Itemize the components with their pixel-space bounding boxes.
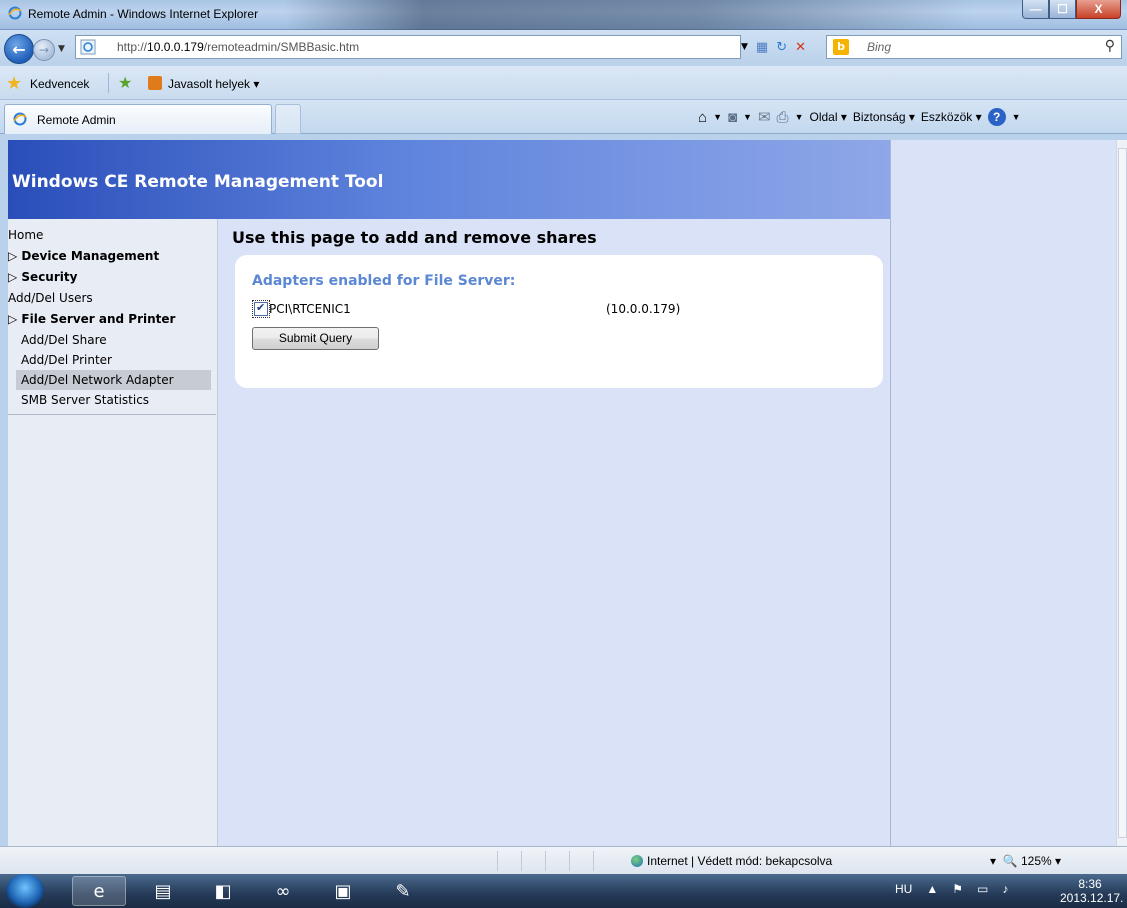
maximize-button[interactable]: ☐ <box>1049 0 1076 19</box>
navigation-bar: ← → ▼ http://10.0.0.179/remoteadmin/SMBB… <box>0 30 1127 66</box>
home-icon[interactable]: ⌂ <box>698 109 707 126</box>
status-cells <box>497 851 617 871</box>
right-panel <box>890 140 1116 846</box>
nav-item[interactable]: Add/Del Printer <box>8 350 218 370</box>
page-heading: Use this page to add and remove shares <box>232 228 597 247</box>
page-viewport: Windows CE Remote Management Tool Home ▷ … <box>8 140 1116 846</box>
new-tab-button[interactable] <box>275 104 301 134</box>
mail-icon[interactable]: ✉ <box>758 108 771 126</box>
close-button[interactable]: X <box>1076 0 1121 19</box>
address-url[interactable]: http://10.0.0.179/remoteadmin/SMBBasic.h… <box>117 40 359 54</box>
left-navigation: Home ▷ Device Management ▷ Security Add/Del… <box>8 219 218 846</box>
taskbar-explorer-icon[interactable]: ▤ <box>136 876 190 906</box>
zoom-level[interactable]: ▾ 🔍 125% ▾ <box>990 854 1061 868</box>
ie-icon <box>13 112 27 126</box>
forward-button[interactable]: → <box>33 39 55 61</box>
system-tray: HU ▲ ⚑ ▭ ♪ <box>895 882 1008 896</box>
taskbar-clock[interactable]: 8:36 2013.12.17. <box>1060 877 1124 905</box>
nav-item[interactable]: ▷ File Server and Printer <box>8 309 218 330</box>
submit-query-button[interactable]: Submit Query <box>252 327 379 350</box>
adapter-ip: (10.0.0.179) <box>606 302 681 316</box>
favorites-separator <box>108 73 109 93</box>
adapters-card: Adapters enabled for File Server: PCI\RT… <box>235 255 883 388</box>
section-title: Adapters enabled for File Server: <box>252 273 516 289</box>
taskbar-save-icon[interactable]: ▣ <box>316 876 370 906</box>
window-title: Remote Admin - Windows Internet Explorer <box>28 7 259 21</box>
tab-label: Remote Admin <box>37 113 116 127</box>
favorites-bar: ★ Kedvencek ★ Javasolt helyek ▾ <box>0 66 1127 100</box>
taskbar-app-icon[interactable]: ◧ <box>196 876 250 906</box>
nav-item[interactable]: Add/Del Network Adapter <box>16 370 211 390</box>
feeds-dropdown-icon[interactable]: ▼ <box>743 112 752 122</box>
print-icon[interactable]: ⎙ <box>777 109 789 126</box>
clock-date: 2013.12.17. <box>1060 891 1124 905</box>
nav-divider <box>8 414 216 415</box>
tab-row: Remote Admin ⌂ ▼ ◙ ▼ ✉ ⎙ ▼ Oldal ▾ Bizto… <box>0 100 1127 134</box>
nav-item[interactable]: ▷ Security <box>8 267 218 288</box>
tools-menu[interactable]: Eszközök ▾ <box>921 110 982 124</box>
nav-item[interactable]: Add/Del Share <box>8 330 218 350</box>
security-menu[interactable]: Biztonság ▾ <box>853 110 915 124</box>
taskbar: e ▤ ◧ ∞ ▣ ✎ HU ▲ ⚑ ▭ ♪ 8:36 2013.12.17. <box>0 874 1127 908</box>
feeds-icon[interactable]: ◙ <box>728 109 737 126</box>
search-placeholder: Bing <box>867 40 892 54</box>
taskbar-media-icon[interactable]: ∞ <box>256 876 310 906</box>
security-zone[interactable]: Internet | Védett mód: bekapcsolva <box>631 854 832 868</box>
adapter-checkbox[interactable] <box>252 300 270 318</box>
globe-icon <box>631 855 643 867</box>
page-icon <box>80 39 96 55</box>
favorites-star-icon[interactable]: ★ <box>6 73 22 94</box>
nav-list: Home ▷ Device Management ▷ Security Add/Del… <box>8 225 218 415</box>
scrollbar-thumb[interactable] <box>1118 148 1127 838</box>
favorites-button[interactable]: Kedvencek <box>30 77 89 91</box>
volume-icon[interactable]: ♪ <box>1002 882 1008 896</box>
address-dropdown-icon[interactable]: ▼ <box>741 42 748 52</box>
nav-item[interactable]: SMB Server Statistics <box>8 390 218 410</box>
help-dropdown-icon[interactable]: ▼ <box>1012 112 1021 122</box>
home-dropdown-icon[interactable]: ▼ <box>713 112 722 122</box>
minimize-button[interactable]: — <box>1022 0 1049 19</box>
search-icon[interactable]: ⚲ <box>1105 38 1115 54</box>
start-button[interactable] <box>6 874 44 908</box>
add-to-favorites-icon[interactable]: ★ <box>118 73 132 92</box>
nav-item[interactable]: Home <box>8 225 218 246</box>
language-indicator[interactable]: HU <box>895 882 912 896</box>
compatibility-view-icon[interactable]: ▦ <box>756 40 768 55</box>
suggested-sites-icon <box>148 76 162 90</box>
suggested-sites-button[interactable]: Javasolt helyek ▾ <box>168 77 259 91</box>
window-controls: — ☐ X <box>1022 0 1121 20</box>
stop-icon[interactable]: ✕ <box>795 40 806 55</box>
vertical-scrollbar[interactable] <box>1116 140 1127 846</box>
command-bar: ⌂ ▼ ◙ ▼ ✉ ⎙ ▼ Oldal ▾ Biztonság ▾ Eszköz… <box>698 106 1021 128</box>
title-bar-glass <box>285 0 975 30</box>
window-title-bar[interactable]: Remote Admin - Windows Internet Explorer… <box>0 0 1127 30</box>
nav-item[interactable]: ▷ Device Management <box>8 246 218 267</box>
tab-remote-admin[interactable]: Remote Admin <box>4 104 272 134</box>
status-bar: Internet | Védett mód: bekapcsolva ▾ 🔍 1… <box>0 846 1127 874</box>
address-tools: ▼ ▦ ↻ ✕ <box>741 35 806 59</box>
nav-item[interactable]: Add/Del Users <box>8 288 218 309</box>
address-bar[interactable]: http://10.0.0.179/remoteadmin/SMBBasic.h… <box>75 35 741 59</box>
main-content: Use this page to add and remove shares A… <box>218 219 890 846</box>
page-header-title: Windows CE Remote Management Tool <box>12 172 384 192</box>
adapter-name: PCI\RTCENIC1 <box>269 302 351 316</box>
search-box[interactable]: b Bing ⚲ <box>826 35 1122 59</box>
action-center-icon[interactable]: ⚑ <box>952 882 963 896</box>
recent-pages-dropdown[interactable]: ▼ <box>58 44 65 54</box>
page-menu[interactable]: Oldal ▾ <box>809 110 846 124</box>
taskbar-ie-icon[interactable]: e <box>72 876 126 906</box>
print-dropdown-icon[interactable]: ▼ <box>795 112 804 122</box>
taskbar-paint-icon[interactable]: ✎ <box>376 876 430 906</box>
back-button[interactable]: ← <box>4 34 34 64</box>
help-icon[interactable]: ? <box>987 108 1006 126</box>
ie-icon <box>8 6 22 20</box>
refresh-icon[interactable]: ↻ <box>776 40 787 55</box>
page-header: Windows CE Remote Management Tool <box>8 140 890 219</box>
network-icon[interactable]: ▭ <box>977 882 988 896</box>
bing-icon: b <box>833 39 849 55</box>
tray-expand-icon[interactable]: ▲ <box>926 882 938 896</box>
clock-time: 8:36 <box>1078 877 1102 891</box>
